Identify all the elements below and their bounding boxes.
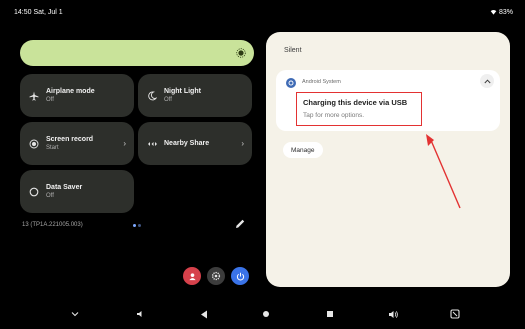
volume-up-icon: [388, 310, 398, 318]
power-icon: [236, 272, 244, 280]
page-indicator: [133, 224, 141, 227]
airplane-icon: [28, 90, 40, 102]
tile-screen-record[interactable]: Screen record Start ›: [20, 122, 134, 165]
edit-pencil-icon[interactable]: [234, 218, 246, 230]
notification-panel: Silent Android System Charging this devi…: [266, 32, 510, 287]
brightness-icon: [234, 46, 248, 60]
tile-state: Start: [46, 145, 59, 151]
record-icon: [28, 138, 40, 150]
settings-button[interactable]: [207, 267, 225, 285]
volume-down-icon: [136, 311, 141, 317]
tile-label: Data Saver: [46, 184, 83, 191]
status-right: 83%: [490, 9, 513, 16]
tile-label: Screen record: [46, 136, 94, 143]
notification-app-name: Android System: [302, 79, 341, 85]
tile-label: Nearby Share: [164, 140, 210, 147]
data-saver-icon: [28, 186, 40, 198]
manage-button[interactable]: Manage: [283, 142, 323, 158]
user-icon: [188, 272, 196, 280]
section-label-silent: Silent: [284, 47, 302, 54]
chevron-right-icon: ›: [123, 139, 126, 148]
power-button[interactable]: [231, 267, 249, 285]
wifi-icon: [490, 10, 497, 15]
expand-collapse-button[interactable]: [480, 74, 494, 88]
tile-state: Off: [46, 193, 54, 199]
home-button[interactable]: [259, 307, 273, 321]
tile-night-light[interactable]: Night Light Off: [138, 74, 252, 117]
android-system-icon: [286, 78, 296, 88]
back-button[interactable]: [197, 307, 211, 321]
tile-state: Off: [46, 97, 54, 103]
chevron-right-icon: ›: [241, 139, 244, 148]
recents-icon: [327, 311, 333, 317]
home-icon: [263, 311, 269, 317]
tile-label: Night Light: [164, 88, 201, 95]
back-icon: [201, 310, 207, 318]
tile-label: Airplane mode: [46, 88, 95, 95]
recents-button[interactable]: [323, 307, 337, 321]
volume-up-button[interactable]: [386, 307, 400, 321]
tile-state: Off: [164, 97, 172, 103]
tile-nearby-share[interactable]: Nearby Share ›: [138, 122, 252, 165]
highlight-box: Charging this device via USB Tap for mor…: [296, 92, 422, 126]
build-number: 13 (TP1A.221005.003): [22, 222, 83, 228]
user-switcher-button[interactable]: [183, 267, 201, 285]
notification-subtitle: Tap for more options.: [303, 112, 365, 119]
moon-icon: [146, 90, 158, 102]
nearby-share-icon: [146, 138, 158, 150]
usb-charging-notification[interactable]: Android System Charging this device via …: [276, 70, 500, 131]
notification-title: Charging this device via USB: [303, 98, 408, 107]
status-time-date: 14:50 Sat, Jul 1: [14, 9, 63, 16]
nav-collapse-button[interactable]: [68, 307, 82, 321]
gear-icon: [211, 271, 221, 281]
tile-airplane-mode[interactable]: Airplane mode Off: [20, 74, 134, 117]
screenshot-icon: [450, 309, 460, 319]
chevron-down-icon: [71, 312, 79, 317]
battery-level: 83%: [498, 9, 513, 16]
screenshot-button[interactable]: [448, 307, 462, 321]
brightness-slider[interactable]: [20, 40, 254, 66]
volume-down-button[interactable]: [133, 307, 147, 321]
tile-data-saver[interactable]: Data Saver Off: [20, 170, 134, 213]
annotation-arrow: [426, 134, 461, 209]
chevron-up-icon: [483, 78, 491, 83]
